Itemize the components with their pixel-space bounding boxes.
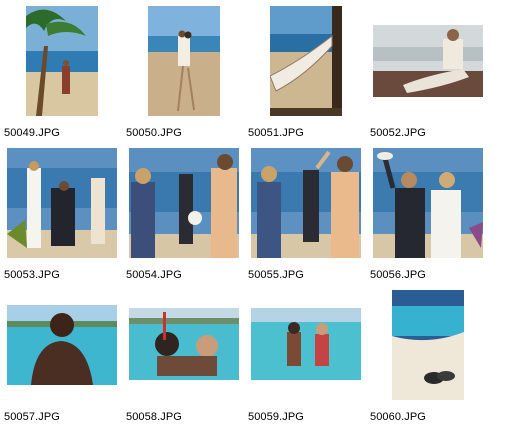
man-sea-view-photo	[7, 305, 117, 385]
thumbnail-filename: 50060.JPG	[370, 411, 426, 423]
man-reclining-photo	[373, 25, 483, 97]
thumbnail-filename: 50053.JPG	[4, 269, 60, 281]
thumbnail-50051[interactable]: 50051.JPG	[244, 4, 366, 144]
thumbnail-filename: 50057.JPG	[4, 411, 60, 423]
beach-wedding-celebration-photo	[251, 148, 361, 258]
thumbnail-filename: 50059.JPG	[248, 411, 304, 423]
beach-shore-shoes-photo	[392, 290, 464, 400]
beach-wedding-group-photo	[7, 148, 117, 258]
thumbnail-50056[interactable]: 50056.JPG	[366, 146, 488, 286]
thumbnail-50052[interactable]: 50052.JPG	[366, 4, 488, 144]
thumbnail-filename: 50049.JPG	[4, 127, 60, 139]
thumbnail-filename: 50050.JPG	[126, 127, 182, 139]
thumbnail-filename: 50054.JPG	[126, 269, 182, 281]
snorkel-couple-wading-photo	[251, 308, 361, 380]
thumbnail-50055[interactable]: 50055.JPG	[244, 146, 366, 286]
hammock-beach-photo	[270, 6, 342, 116]
thumbnail-filename: 50055.JPG	[248, 269, 304, 281]
wedding-couple-hat-toss-photo	[373, 148, 483, 258]
thumbnail-50053[interactable]: 50053.JPG	[0, 146, 122, 286]
thumbnail-filename: 50056.JPG	[370, 269, 426, 281]
couple-walking-beach-photo	[148, 6, 220, 116]
thumbnail-50050[interactable]: 50050.JPG	[122, 4, 244, 144]
thumbnail-filename: 50051.JPG	[248, 127, 304, 139]
thumbnail-50058[interactable]: 50058.JPG	[122, 288, 244, 428]
thumbnail-50049[interactable]: 50049.JPG	[0, 4, 122, 144]
thumbnail-50059[interactable]: 50059.JPG	[244, 288, 366, 428]
beach-wedding-guests-photo	[129, 148, 239, 258]
palm-tree-beach-couple-photo	[26, 6, 98, 116]
thumbnail-filename: 50052.JPG	[370, 127, 426, 139]
snorkeling-couple-photo	[129, 308, 239, 380]
thumbnail-50054[interactable]: 50054.JPG	[122, 146, 244, 286]
thumbnail-filename: 50058.JPG	[126, 411, 182, 423]
thumbnail-50057[interactable]: 50057.JPG	[0, 288, 122, 428]
thumbnail-50060[interactable]: 50060.JPG	[366, 288, 488, 428]
